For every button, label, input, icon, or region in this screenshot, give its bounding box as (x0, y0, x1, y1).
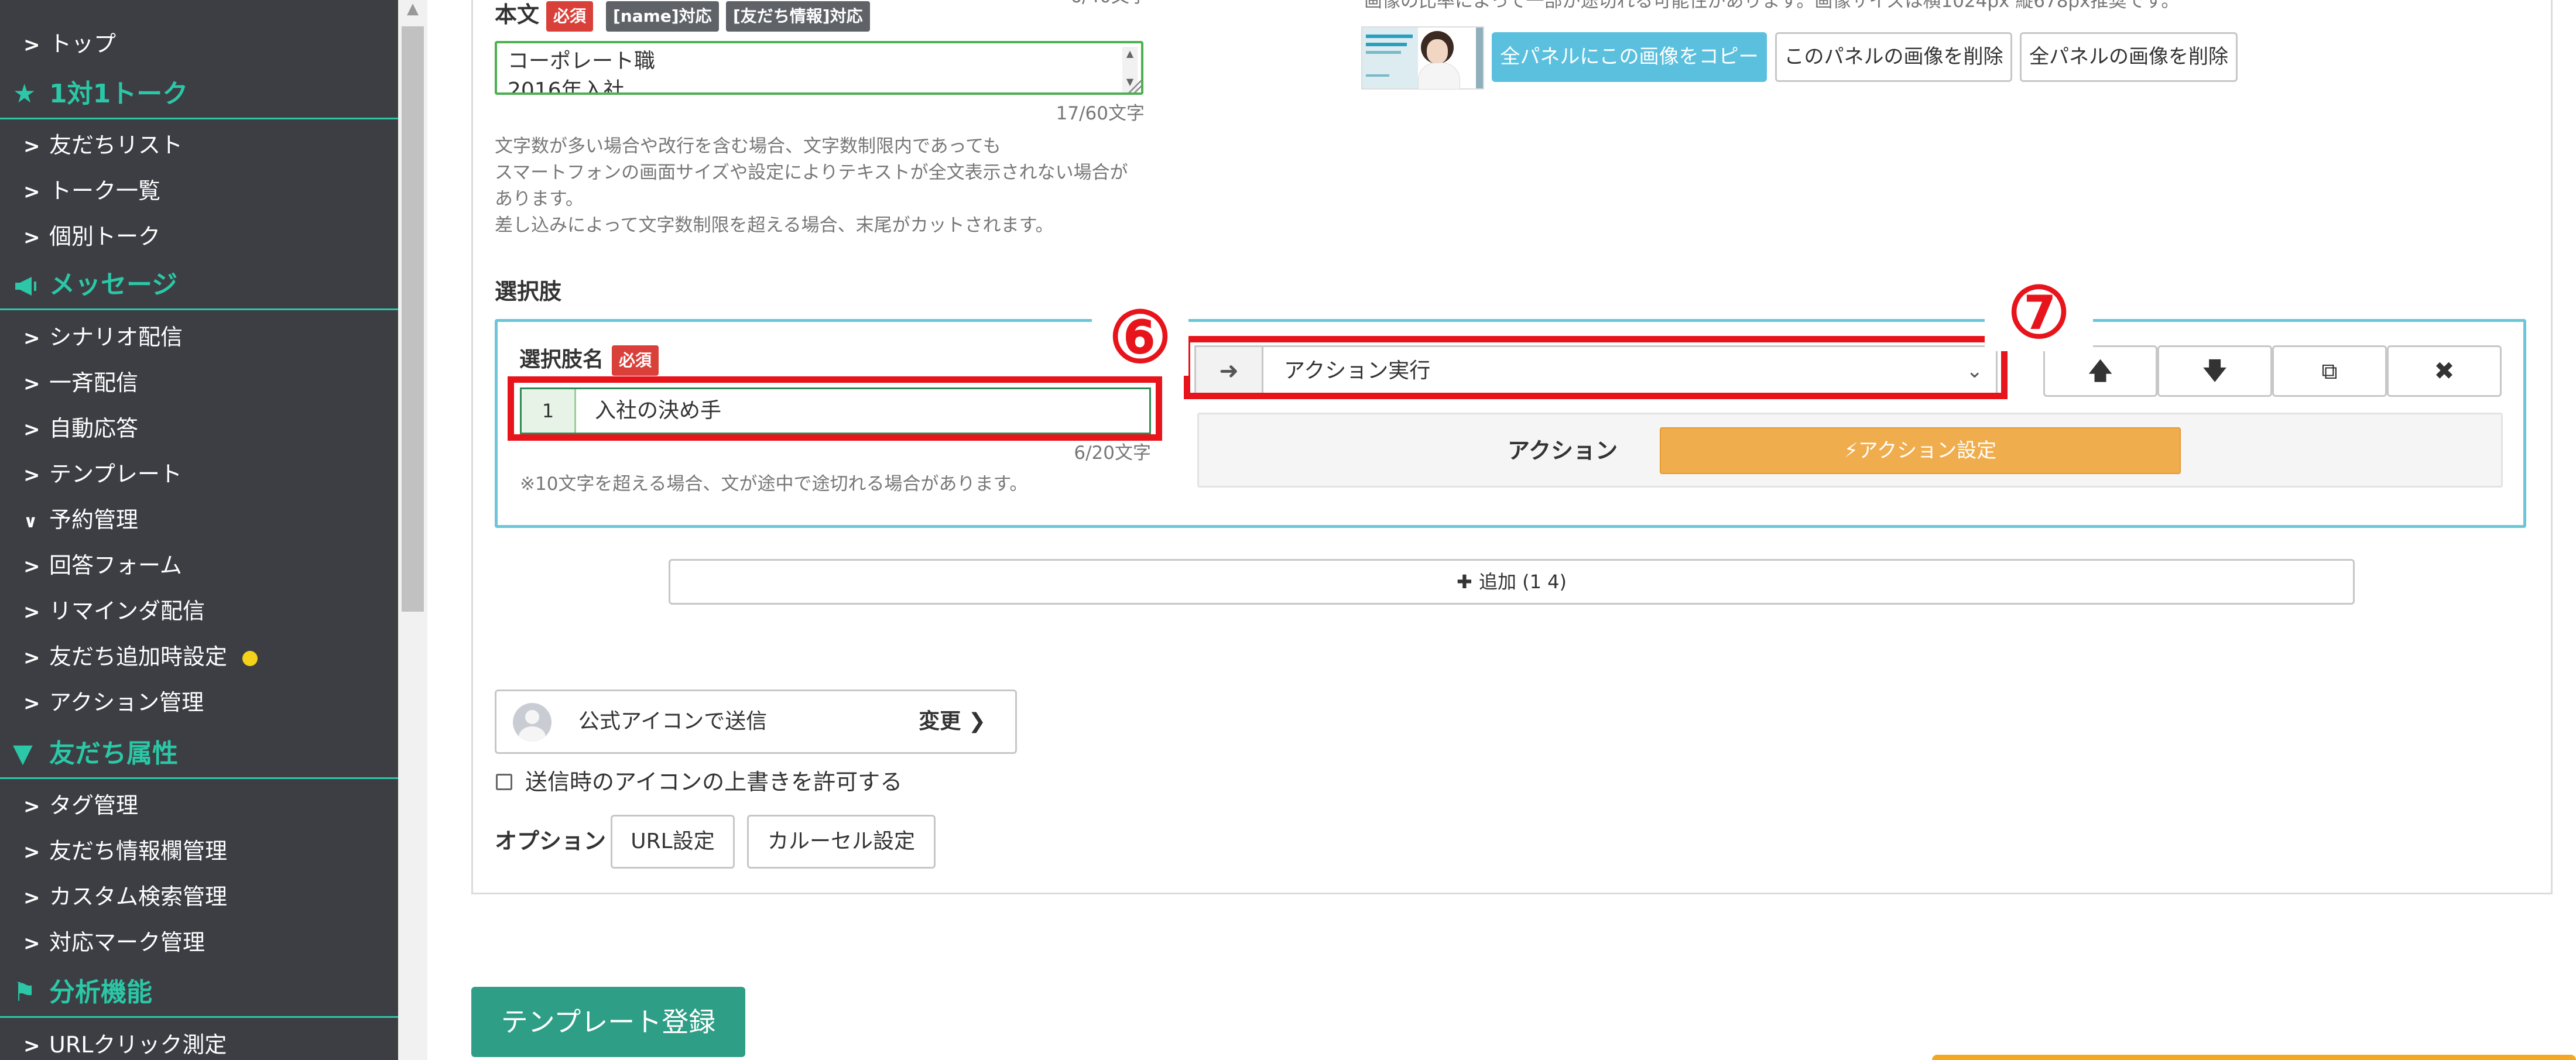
sidebar-item-friend-list[interactable]: > 友だちリスト (0, 122, 398, 168)
sidebar-section-analytics: ⚑ 分析機能 (0, 968, 398, 1018)
sender-change-link[interactable]: 変更 ❯ (919, 691, 986, 752)
choice-name-note: ※10文字を超える場合、文が途中で途切れる場合があります。 (520, 474, 1028, 495)
chevron-right-icon: > (23, 327, 40, 350)
override-icon-label: 送信時のアイコンの上書きを許可する (525, 769, 903, 795)
chevron-right-icon: > (23, 226, 40, 249)
sidebar-item-reminder[interactable]: > リマインダ配信 (0, 588, 398, 634)
sidebar-item-individual-talk[interactable]: > 個別トーク (0, 214, 398, 259)
friend-info-tag-badge: [友だち情報]対応 (726, 1, 870, 32)
move-down-button[interactable]: 🡇 (2157, 345, 2272, 397)
required-badge: 必須 (546, 1, 594, 32)
body-text-counter: 17/60文字 (1056, 103, 1145, 124)
chevron-right-icon: > (23, 1034, 40, 1058)
copy-icon: ⧉ (2321, 358, 2338, 384)
chevron-right-icon: > (23, 646, 40, 670)
close-icon: ✖ (2434, 356, 2455, 385)
sidebar-item-action-management[interactable]: > アクション管理 (0, 680, 398, 725)
override-icon-checkbox[interactable] (496, 774, 512, 790)
choice-name-label: 選択肢名 (519, 348, 604, 372)
annotation-box-6 (508, 376, 1162, 441)
annotation-box-7 (1184, 336, 2008, 399)
sidebar-item-reservation[interactable]: ∨ 予約管理 (0, 497, 398, 543)
scrollbar-thumb[interactable] (402, 26, 424, 612)
chevron-right-icon: > (23, 555, 40, 578)
body-text-top-counter: 6/40文字 (1030, 0, 1147, 10)
scroll-up-arrow-icon[interactable]: ▲ (404, 0, 422, 18)
action-label: アクション (1508, 438, 1618, 464)
chevron-right-icon: > (23, 601, 40, 624)
register-template-button[interactable]: テンプレート登録 (471, 987, 745, 1057)
delete-all-panel-images-button[interactable]: 全パネルの画像を削除 (2020, 32, 2238, 82)
delete-this-panel-image-button[interactable]: このパネルの画像を削除 (1775, 32, 2012, 82)
sender-icon-selector[interactable]: 公式アイコンで送信 変更 ❯ (495, 689, 1017, 754)
lightning-icon: ⚡ (1844, 439, 1858, 462)
sidebar-item-scenario[interactable]: > シナリオ配信 (0, 314, 398, 360)
sidebar-item-broadcast[interactable]: > 一斉配信 (0, 360, 398, 406)
sidebar-item-auto-reply[interactable]: > 自動応答 (0, 406, 398, 451)
star-icon: ★ (13, 79, 36, 109)
chevron-right-icon: > (23, 372, 40, 396)
chevron-right-icon: > (23, 841, 40, 864)
arrow-down-icon: 🡇 (2202, 358, 2227, 385)
copy-choice-button[interactable]: ⧉ (2272, 345, 2387, 397)
filter-icon: ▼ (13, 739, 33, 769)
name-tag-badge: [name]対応 (606, 1, 719, 32)
action-settings-button[interactable]: ⚡アクション設定 (1660, 427, 2181, 474)
sidebar-item-template[interactable]: > テンプレート (0, 451, 398, 497)
panel-image-thumbnail (1361, 26, 1484, 90)
sidebar-item-tag-management[interactable]: > タグ管理 (0, 783, 398, 828)
chevron-right-icon: > (23, 795, 40, 818)
floating-panel-edge (1932, 1055, 2576, 1060)
body-text-notes: 文字数が多い場合や改行を含む場合、文字数制限内であっても スマートフォンの画面サ… (495, 136, 1128, 236)
sidebar-section-message: メッセージ (0, 260, 398, 310)
flag-icon: ⚑ (13, 977, 36, 1007)
chevron-right-icon: > (23, 418, 40, 441)
plus-icon: ✚ (1457, 571, 1479, 593)
chevron-right-icon: > (23, 692, 40, 715)
choice-required-badge: 必須 (612, 345, 659, 376)
image-size-note: 画像の比率によって一部が途切れる可能性があります。画像サイズは横1024px 縦… (1364, 0, 2180, 12)
sidebar-item-response-mark[interactable]: > 対応マーク管理 (0, 920, 398, 965)
chevron-right-icon: ❯ (968, 709, 986, 733)
sidebar: > トップ ★ 1対1トーク > 友だちリスト > トーク一覧 > 個別トーク メッセージ… (0, 0, 398, 1060)
delete-choice-button[interactable]: ✖ (2387, 345, 2502, 397)
annotation-number-6: ⑥ (1092, 303, 1188, 376)
chevron-right-icon: > (23, 464, 40, 487)
chevron-right-icon: > (23, 932, 40, 955)
annotation-number-7: ⑦ (1985, 278, 2093, 351)
carousel-settings-button[interactable]: カルーセル設定 (747, 815, 936, 869)
choices-section-label: 選択肢 (495, 279, 562, 304)
megaphone-icon (13, 260, 49, 310)
sidebar-section-friend-attributes: ▼ 友だち属性 (0, 729, 398, 779)
sidebar-section-one-to-one: ★ 1対1トーク (0, 69, 398, 119)
sidebar-item-talk-list[interactable]: > トーク一覧 (0, 168, 398, 214)
body-text-input[interactable]: コーポレート職 2016年入社 ▲▼ (495, 41, 1143, 95)
chevron-right-icon: > (23, 180, 40, 204)
body-text-label: 本文 (495, 2, 540, 28)
avatar (513, 703, 551, 742)
chevron-right-icon: > (23, 33, 40, 57)
copy-image-to-all-panels-button[interactable]: 全パネルにこの画像をコピー (1492, 32, 1767, 82)
sidebar-item-custom-search[interactable]: > カスタム検索管理 (0, 874, 398, 920)
chevron-down-icon: ∨ (23, 512, 38, 532)
choice-name-counter: 6/20文字 (1074, 442, 1151, 464)
sidebar-item-friend-info-fields[interactable]: > 友だち情報欄管理 (0, 828, 398, 874)
notification-dot (242, 650, 258, 666)
options-label: オプション (495, 828, 607, 854)
sidebar-item-friend-add-settings[interactable]: > 友だち追加時設定 (0, 634, 398, 680)
url-settings-button[interactable]: URL設定 (611, 815, 735, 869)
arrow-up-icon: 🡅 (2088, 358, 2113, 385)
chevron-right-icon: > (23, 135, 40, 158)
sidebar-item-top[interactable]: > トップ (0, 21, 398, 67)
chevron-right-icon: > (23, 886, 40, 910)
sidebar-item-answer-form[interactable]: > 回答フォーム (0, 543, 398, 588)
add-choice-button[interactable]: ✚ 追加 (1 4) (669, 559, 2355, 605)
sidebar-item-url-click[interactable]: > URLクリック測定 (0, 1022, 398, 1060)
resize-handle-icon[interactable] (1127, 78, 1141, 92)
